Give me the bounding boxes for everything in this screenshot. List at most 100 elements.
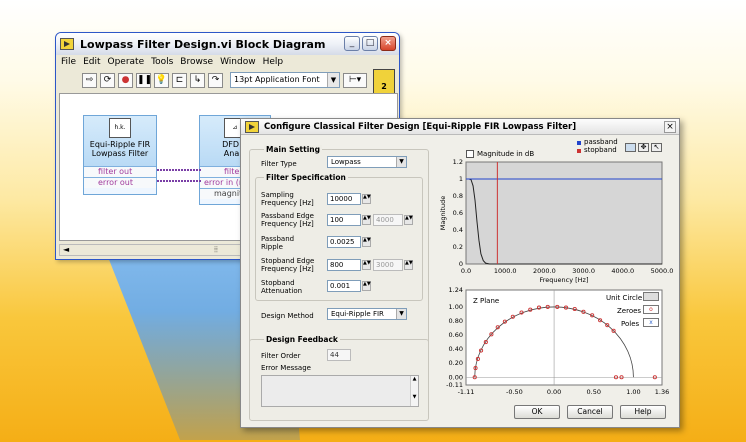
y-tick-label: 0.60 xyxy=(449,331,463,339)
passband-edge-field[interactable]: 100 xyxy=(327,214,361,226)
y-tick-label: 0.6 xyxy=(453,209,463,217)
y-tick-label: 1.2 xyxy=(453,159,463,166)
passband-ripple-field[interactable]: 0.0025 xyxy=(327,236,361,248)
design-method-select[interactable]: Equi-Ripple FIR ▼ xyxy=(327,308,407,320)
unit-circle-legend-swatch xyxy=(643,292,659,301)
close-button[interactable]: × xyxy=(380,36,396,51)
menu-edit[interactable]: Edit xyxy=(83,57,100,67)
group-label: Design Feedback xyxy=(264,335,340,344)
express-vi-equi-ripple[interactable]: h.k. Equi-Ripple FIR Lowpass Filter filt… xyxy=(83,115,157,195)
x-tick-label: 3000.0 xyxy=(572,267,595,275)
x-tick-label: 1000.0 xyxy=(494,267,517,275)
stopband-legend-label: stopband xyxy=(584,146,617,154)
cursor-icon[interactable]: ↖ xyxy=(651,143,662,152)
design-method-label: Design Method xyxy=(261,312,314,320)
scrollbar[interactable]: ▲ ▼ xyxy=(410,376,418,406)
filter-type-select[interactable]: Lowpass ▼ xyxy=(327,156,407,168)
highlight-execution-icon[interactable]: 💡 xyxy=(154,72,169,88)
toolbar: ⇨ ⟳ ● ❚❚ 💡 ⊏ ↳ ↷ 13pt Application Font ▼ … xyxy=(56,69,399,91)
passband-legend-label: passband xyxy=(584,138,618,146)
menu-tools[interactable]: Tools xyxy=(151,57,173,67)
x-tick-label: 2000.0 xyxy=(533,267,556,275)
retain-wire-icon[interactable]: ⊏ xyxy=(172,72,187,88)
ok-button[interactable]: OK xyxy=(514,405,560,419)
node-title: Equi-Ripple FIR xyxy=(89,140,151,149)
y-tick-label: 0.2 xyxy=(453,243,463,251)
step-into-icon[interactable]: ↳ xyxy=(190,72,205,88)
terminal-error-out[interactable]: error out xyxy=(84,177,156,188)
y-tick-label: 0.8 xyxy=(453,192,463,200)
x-tick-label: 1.36 xyxy=(655,388,669,396)
group-label: Filter Specification xyxy=(264,173,348,182)
zeroes-legend-label: Zeroes xyxy=(617,307,642,315)
help-button[interactable]: Help xyxy=(620,405,666,419)
node-subtitle: Lowpass Filter xyxy=(91,149,149,158)
error-message-box: ▲ ▼ xyxy=(261,375,419,407)
x-tick-label: 1.00 xyxy=(626,388,640,396)
menu-help[interactable]: Help xyxy=(263,57,284,67)
y-tick-label: 1.24 xyxy=(449,286,463,294)
cancel-button[interactable]: Cancel xyxy=(567,405,613,419)
labview-app-icon xyxy=(245,120,259,133)
x-tick-label: 0.00 xyxy=(547,388,561,396)
wires xyxy=(157,169,201,182)
spin-icon[interactable]: ▲▼ xyxy=(362,194,371,204)
spin-icon[interactable]: ▲▼ xyxy=(362,237,371,247)
align-objects-icon[interactable]: ⊢▾ xyxy=(343,72,367,88)
x-tick-label: -1.11 xyxy=(458,388,475,396)
poles-legend-label: Poles xyxy=(621,320,640,328)
magnitude-db-label: Magnitude in dB xyxy=(477,150,535,158)
y-tick-label: 0.80 xyxy=(449,317,463,325)
zoom-icon[interactable] xyxy=(625,143,636,152)
menu-operate[interactable]: Operate xyxy=(108,57,145,67)
font-select[interactable]: 13pt Application Font ▼ xyxy=(230,72,340,88)
maximize-button[interactable]: □ xyxy=(362,36,378,51)
terminal-filter-out[interactable]: filter out xyxy=(84,166,156,177)
sampling-frequency-field[interactable]: 10000 xyxy=(327,193,361,205)
pause-icon[interactable]: ❚❚ xyxy=(136,72,152,88)
x-tick-label: 5000.0 xyxy=(651,267,674,275)
spin-icon[interactable]: ▲▼ xyxy=(362,281,371,291)
menu-browse[interactable]: Browse xyxy=(180,57,213,67)
spin-icon[interactable]: ▲▼ xyxy=(362,260,371,270)
dialog-title: Configure Classical Filter Design [Equi-… xyxy=(264,121,577,132)
spin-icon[interactable]: ▲▼ xyxy=(362,215,371,225)
y-tick-label: 0.20 xyxy=(449,359,463,367)
x-tick-label: -0.50 xyxy=(506,388,523,396)
spin-icon: ▲▼ xyxy=(404,215,413,225)
minimize-button[interactable]: _ xyxy=(344,36,360,51)
stopband-attenuation-field[interactable]: 0.001 xyxy=(327,280,361,292)
step-over-icon[interactable]: ↷ xyxy=(208,72,223,88)
stopband-edge-field[interactable]: 800 xyxy=(327,259,361,271)
dialog-titlebar: Configure Classical Filter Design [Equi-… xyxy=(241,119,679,135)
chevron-down-icon: ▼ xyxy=(327,73,339,87)
magnitude-plot: 0.0 1000.0 2000.0 3000.0 4000.0 5000.0 0 0.2 0.4… xyxy=(439,159,674,284)
x-axis-label: Frequency [Hz] xyxy=(539,276,588,284)
stopband-legend-swatch xyxy=(577,149,581,153)
y-tick-label: 0.00 xyxy=(449,373,463,381)
unit-circle-legend-label: Unit Circle xyxy=(606,294,643,302)
sampling-label: Sampling Frequency [Hz] xyxy=(261,191,314,207)
stopband-edge-alt-field: 3000 xyxy=(373,259,403,271)
menu-bar: File Edit Operate Tools Browse Window He… xyxy=(56,55,399,69)
chevron-down-icon: ▼ xyxy=(396,309,406,319)
run-continuous-icon[interactable]: ⟳ xyxy=(100,72,115,88)
magnitude-db-checkbox[interactable] xyxy=(466,150,474,158)
vi-icon: 2 xyxy=(373,69,395,95)
spin-icon: ▲▼ xyxy=(404,260,413,270)
y-tick-label: -0.11 xyxy=(446,381,463,389)
menu-file[interactable]: File xyxy=(61,57,76,67)
abort-icon[interactable]: ● xyxy=(118,72,133,88)
pan-icon[interactable]: ✥ xyxy=(638,143,649,152)
chevron-down-icon: ▼ xyxy=(396,157,406,167)
poles-legend-swatch: x xyxy=(643,318,659,327)
menu-window[interactable]: Window xyxy=(220,57,256,67)
plot-area xyxy=(465,161,663,265)
filter-type-label: Filter Type xyxy=(261,160,297,168)
run-arrow-icon[interactable]: ⇨ xyxy=(82,72,97,88)
passband-legend-swatch xyxy=(577,141,581,145)
filter-order-label: Filter Order xyxy=(261,352,301,360)
horizontal-scrollbar[interactable]: ◄ ⦙⦙ xyxy=(59,244,259,256)
dialog-close-button[interactable]: × xyxy=(664,121,676,133)
filter-order-value: 44 xyxy=(327,349,351,361)
